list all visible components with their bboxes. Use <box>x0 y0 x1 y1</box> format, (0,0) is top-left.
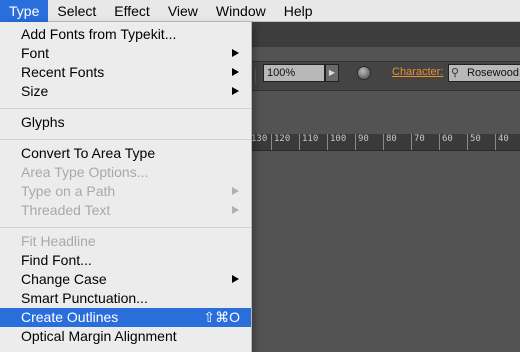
submenu-arrow-icon <box>232 49 239 57</box>
menu-item-label: Convert To Area Type <box>21 145 156 161</box>
menu-item-optical-margin-alignment[interactable]: Optical Margin Alignment <box>0 327 251 346</box>
submenu-arrow-icon <box>232 275 239 283</box>
font-family-value: Rosewood <box>467 67 519 79</box>
submenu-arrow-icon <box>232 187 239 195</box>
ruler-tick: 60 <box>439 134 453 150</box>
menu-item-label: Type on a Path <box>21 183 116 199</box>
menu-item-label: Threaded Text <box>21 202 111 218</box>
ruler-tick: 70 <box>411 134 425 150</box>
submenu-arrow-icon <box>232 68 239 76</box>
menu-select[interactable]: Select <box>48 0 105 22</box>
menu-item-create-outlines[interactable]: Create Outlines ⇧⌘O <box>0 308 251 327</box>
ruler-tick: 40 <box>495 134 509 150</box>
submenu-arrow-icon <box>232 206 239 214</box>
menu-item-area-type-options: Area Type Options... <box>0 163 251 182</box>
menu-item-label: Fit Headline <box>21 233 96 249</box>
globe-icon[interactable] <box>357 66 371 80</box>
keyboard-shortcut: ⇧⌘O <box>203 309 240 325</box>
ruler-tick: 130 <box>252 134 267 150</box>
menu-item-convert-to-area-type[interactable]: Convert To Area Type <box>0 144 251 163</box>
zoom-dropdown-button[interactable]: ▶ <box>325 64 339 82</box>
menu-item-label: Optical Margin Alignment <box>21 328 177 344</box>
ruler-tick: 110 <box>299 134 318 150</box>
submenu-arrow-icon <box>232 87 239 95</box>
menu-item-font[interactable]: Font <box>0 44 251 63</box>
character-panel-link[interactable]: Character: <box>392 66 443 78</box>
menu-item-smart-punctuation[interactable]: Smart Punctuation... <box>0 289 251 308</box>
menu-item-find-font[interactable]: Find Font... <box>0 251 251 270</box>
menu-bar: Type Select Effect View Window Help <box>0 0 520 22</box>
menu-item-label: Change Case <box>21 271 107 287</box>
type-menu: Add Fonts from Typekit... Font Recent Fo… <box>0 22 252 352</box>
menu-item-type-on-a-path: Type on a Path <box>0 182 251 201</box>
menu-help[interactable]: Help <box>275 0 322 22</box>
ruler-tick: 90 <box>355 134 369 150</box>
menu-item-label: Add Fonts from Typekit... <box>21 26 177 42</box>
menu-item-threaded-text: Threaded Text <box>0 201 251 220</box>
menu-view[interactable]: View <box>159 0 207 22</box>
ruler-tick: 80 <box>383 134 397 150</box>
menu-item-label: Recent Fonts <box>21 64 105 80</box>
menu-item-label: Area Type Options... <box>21 164 149 180</box>
menu-separator <box>0 227 251 228</box>
menu-item-size[interactable]: Size <box>0 82 251 101</box>
font-family-field[interactable]: ⚲ Rosewood <box>448 64 520 82</box>
panel-tab-strip <box>252 22 520 47</box>
menu-type[interactable]: Type <box>0 0 49 22</box>
menu-effect[interactable]: Effect <box>105 0 159 22</box>
ruler-tick: 120 <box>271 134 290 150</box>
menu-item-label: Glyphs <box>21 114 65 130</box>
menu-item-label: Create Outlines <box>21 309 119 325</box>
search-icon: ⚲ <box>451 67 460 79</box>
zoom-field[interactable]: 100% <box>263 64 325 82</box>
menu-item-label: Smart Punctuation... <box>21 290 148 306</box>
menu-separator <box>0 139 251 140</box>
ruler-tick: 50 <box>467 134 481 150</box>
control-separator <box>255 68 256 84</box>
menu-item-change-case[interactable]: Change Case <box>0 270 251 289</box>
menu-window[interactable]: Window <box>207 0 275 22</box>
horizontal-ruler[interactable]: 130 120 110 100 90 80 70 60 50 40 <box>252 134 520 151</box>
menu-item-label: Find Font... <box>21 252 92 268</box>
menu-item-add-fonts[interactable]: Add Fonts from Typekit... <box>0 25 251 44</box>
menu-item-fit-headline: Fit Headline <box>0 232 251 251</box>
menu-item-label: Font <box>21 45 50 61</box>
ruler-tick: 100 <box>327 134 346 150</box>
menu-item-glyphs[interactable]: Glyphs <box>0 113 251 132</box>
menu-separator <box>0 108 251 109</box>
menu-item-label: Size <box>21 83 49 99</box>
menu-item-recent-fonts[interactable]: Recent Fonts <box>0 63 251 82</box>
